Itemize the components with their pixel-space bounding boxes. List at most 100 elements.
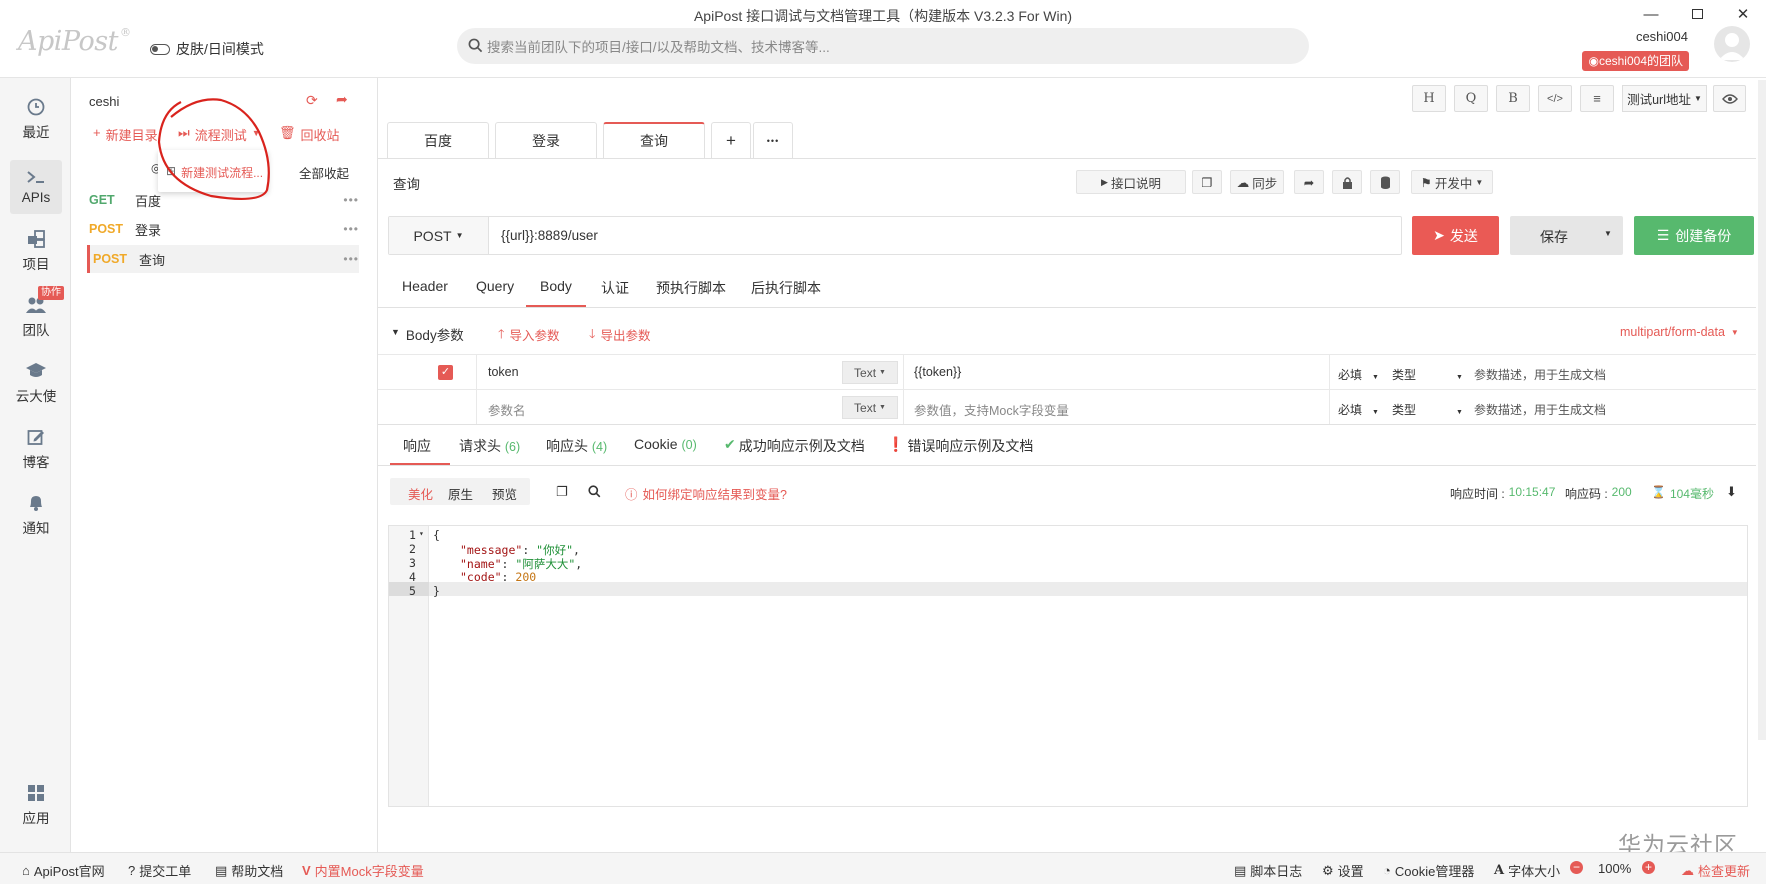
- add-tab-button[interactable]: +: [711, 122, 751, 158]
- nav-team[interactable]: 团队 协作: [10, 286, 64, 344]
- refresh-icon[interactable]: ⟳: [306, 92, 318, 109]
- mode-raw[interactable]: 原生: [448, 484, 473, 503]
- tab-baidu[interactable]: 百度: [387, 122, 489, 158]
- more-icon[interactable]: •••: [343, 252, 359, 266]
- param-name[interactable]: token: [488, 365, 519, 379]
- zoom-in-button[interactable]: +: [1642, 861, 1655, 874]
- tab-response-headers[interactable]: 响应头 (4): [546, 436, 607, 456]
- mock-link[interactable]: V 内置Mock字段变量: [302, 861, 424, 880]
- create-backup-button[interactable]: ☰ 创建备份: [1634, 216, 1754, 255]
- mode-preview[interactable]: 预览: [492, 484, 517, 503]
- import-params-button[interactable]: 🡑 导入参数: [498, 325, 560, 346]
- nav-apis[interactable]: APIs: [10, 160, 62, 214]
- tab-cookie[interactable]: Cookie (0): [634, 436, 697, 452]
- tab-header[interactable]: Header: [402, 278, 448, 294]
- body-button[interactable]: B: [1496, 85, 1530, 112]
- search-icon[interactable]: [588, 485, 601, 498]
- required-select[interactable]: 必填 ▼: [1338, 401, 1379, 418]
- scrollbar[interactable]: [1758, 80, 1766, 740]
- help-doc-link[interactable]: ▤ 帮助文档: [215, 861, 283, 880]
- collapse-all-button[interactable]: 全部收起: [299, 163, 349, 182]
- query-button[interactable]: Q: [1454, 85, 1488, 112]
- body-params-header[interactable]: ▼ Body参数: [391, 324, 464, 344]
- heading-button[interactable]: H: [1412, 85, 1446, 112]
- fold-icon[interactable]: ▾: [419, 529, 424, 538]
- nav-notifications[interactable]: 通知: [10, 488, 62, 542]
- more-tabs-button[interactable]: •••: [753, 122, 793, 158]
- url-input[interactable]: {{url}}:8889/user: [501, 228, 598, 243]
- avatar[interactable]: [1714, 26, 1750, 62]
- tab-post-script[interactable]: 后执行脚本: [751, 278, 821, 298]
- minimize-icon[interactable]: —: [1628, 0, 1674, 28]
- username[interactable]: ceshi004: [1636, 29, 1688, 44]
- param-desc[interactable]: 参数描述，用于生成文档: [1474, 366, 1606, 383]
- team-badge[interactable]: ◉ceshi004的团队: [1582, 51, 1689, 71]
- nav-recent[interactable]: 最近: [10, 92, 62, 146]
- export-params-button[interactable]: 🡓 导出参数: [589, 325, 651, 346]
- required-select[interactable]: 必填 ▼: [1338, 366, 1379, 383]
- param-value[interactable]: 参数值，支持Mock字段变量: [914, 400, 1069, 419]
- new-dir-button[interactable]: + 新建目录: [93, 125, 158, 144]
- param-desc[interactable]: 参数描述，用于生成文档: [1474, 401, 1606, 418]
- bind-help-link[interactable]: ⓘ 如何绑定响应结果到变量?: [625, 484, 787, 503]
- api-item-selected[interactable]: POST 查询 •••: [87, 245, 359, 273]
- api-item[interactable]: POST 登录 •••: [89, 215, 359, 243]
- nav-blog[interactable]: 博客: [10, 422, 62, 476]
- tab-pre-script[interactable]: 预执行脚本: [656, 278, 726, 298]
- close-icon[interactable]: ✕: [1720, 0, 1766, 28]
- more-icon[interactable]: •••: [343, 193, 359, 207]
- ptype-select[interactable]: 类型 ▼: [1392, 401, 1463, 418]
- settings-button[interactable]: ⚙ 设置: [1322, 861, 1364, 880]
- checkbox-checked[interactable]: ✓: [438, 365, 453, 380]
- tab-response[interactable]: 响应: [403, 436, 431, 456]
- save-button[interactable]: 保存 ▼: [1510, 216, 1623, 255]
- skin-mode-toggle[interactable]: 皮肤/日间模式: [150, 39, 264, 59]
- lock-icon[interactable]: [1332, 170, 1362, 194]
- param-type-select[interactable]: Text ▼: [842, 396, 898, 419]
- cookie-manager-button[interactable]: ◔ Cookie管理器: [1383, 861, 1474, 880]
- ptype-select[interactable]: 类型 ▼: [1392, 366, 1463, 383]
- tab-query-params[interactable]: Query: [476, 278, 514, 294]
- param-type-select[interactable]: Text ▼: [842, 361, 898, 384]
- status-select[interactable]: ⚑ 开发中 ▼: [1411, 170, 1493, 194]
- nav-apps[interactable]: 应用: [10, 778, 62, 832]
- share-icon[interactable]: ➦: [1294, 170, 1324, 194]
- share-icon[interactable]: ➦: [336, 91, 348, 108]
- site-link[interactable]: ⌂ ApiPost官网: [22, 861, 105, 880]
- ticket-link[interactable]: ? 提交工单: [128, 861, 191, 880]
- nav-projects[interactable]: 项目: [10, 224, 62, 278]
- script-log-button[interactable]: ▤ 脚本日志: [1234, 861, 1302, 880]
- code-button[interactable]: </>: [1538, 85, 1572, 112]
- tab-request-headers[interactable]: 请求头 (6): [459, 436, 520, 456]
- response-editor[interactable]: 1 ▾ { 2 "message": "你好", 3 "name": "阿萨大大"…: [388, 525, 1748, 807]
- window-title: ApiPost 接口调试与文档管理工具（构建版本 V3.2.3 For Win): [693, 8, 1073, 24]
- check-update-button[interactable]: ☁ 检查更新: [1681, 861, 1750, 880]
- param-name[interactable]: 参数名: [488, 400, 526, 419]
- maximize-icon[interactable]: [1674, 0, 1720, 28]
- send-button[interactable]: ➤ 发送: [1412, 216, 1499, 255]
- app-logo[interactable]: ApiPost ®: [18, 26, 131, 57]
- tab-auth[interactable]: 认证: [601, 278, 629, 298]
- doc-button[interactable]: ▶ 接口说明: [1076, 170, 1186, 194]
- global-search-input[interactable]: 搜索当前团队下的项目/接口/以及帮助文档、技术博客等...: [457, 28, 1309, 64]
- nav-cloud-ambassador[interactable]: 云大使: [10, 356, 62, 410]
- download-icon[interactable]: ⬇: [1726, 484, 1737, 500]
- settings-sliders-button[interactable]: ≡: [1580, 85, 1614, 112]
- tab-body[interactable]: Body: [540, 278, 572, 294]
- tab-error-doc[interactable]: ❗ 错误响应示例及文档: [887, 436, 1033, 456]
- database-icon[interactable]: [1370, 170, 1400, 194]
- tab-success-doc[interactable]: ✔ 成功响应示例及文档: [724, 436, 865, 456]
- copy-icon[interactable]: ❐: [556, 484, 568, 500]
- method-select[interactable]: POST ▼: [389, 217, 489, 254]
- content-type-select[interactable]: multipart/form-data ▼: [1620, 325, 1739, 339]
- zoom-out-button[interactable]: −: [1570, 861, 1583, 874]
- sync-button[interactable]: ☁ 同步: [1230, 170, 1284, 194]
- param-value[interactable]: {{token}}: [914, 365, 961, 379]
- tab-query[interactable]: 查询: [603, 122, 705, 158]
- more-icon[interactable]: •••: [343, 222, 359, 236]
- copy-icon[interactable]: ❐: [1192, 170, 1222, 194]
- tab-login[interactable]: 登录: [495, 122, 597, 158]
- env-select[interactable]: 测试url地址 ▼: [1622, 85, 1707, 112]
- mode-pretty[interactable]: 美化: [408, 484, 433, 503]
- eye-icon[interactable]: [1713, 85, 1746, 112]
